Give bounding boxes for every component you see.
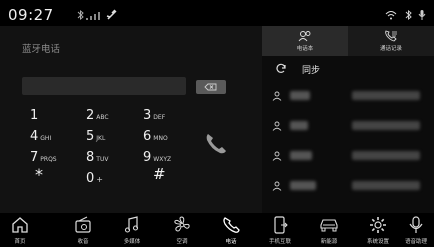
contacts-icon (298, 31, 311, 42)
usb-icon (106, 9, 117, 20)
delete-button[interactable] (196, 80, 226, 94)
status-clock: 09:27 (8, 6, 54, 24)
settings-icon (370, 217, 386, 233)
nav-phone[interactable]: 电话 (211, 213, 251, 247)
nav-radio[interactable]: 收音 (63, 213, 103, 247)
key-5[interactable]: 5 JKL (86, 125, 136, 147)
nav-climate[interactable]: 空调 (162, 213, 202, 247)
tab-call-log-label: 通话记录 (379, 46, 402, 52)
phone-link-icon (274, 216, 288, 234)
key-3[interactable]: 3 DEF (143, 104, 193, 126)
nav-new-energy-label: 新能源 (320, 239, 338, 245)
contact-number-redacted (352, 151, 420, 160)
microphone-icon (418, 10, 426, 20)
nav-home-label: 首页 (14, 239, 26, 245)
nav-voice-assistant[interactable]: 语音助理 (396, 213, 434, 247)
contact-name-redacted (290, 121, 308, 130)
key-star[interactable]: * (35, 165, 85, 187)
nav-media[interactable]: 多媒体 (112, 213, 152, 247)
nav-new-energy[interactable]: 新能源 (309, 213, 349, 247)
contact-row[interactable] (262, 172, 434, 200)
contact-row[interactable] (262, 142, 434, 170)
contact-number-redacted (352, 91, 420, 100)
key-6[interactable]: 6 MNO (143, 125, 193, 147)
contact-row[interactable] (262, 82, 434, 110)
bluetooth-icon (405, 10, 412, 20)
phone-icon (223, 217, 240, 233)
music-icon (124, 216, 139, 233)
phone-icon (206, 134, 226, 154)
key-8[interactable]: 8 TUV (86, 146, 136, 168)
status-bar (0, 0, 434, 26)
backspace-icon (204, 83, 217, 91)
home-icon (12, 217, 28, 233)
key-hash[interactable]: # (153, 164, 203, 186)
microphone-icon (409, 216, 423, 233)
tab-phonebook-label: 电话本 (296, 46, 314, 52)
nav-phone-link[interactable]: 手机互联 (260, 213, 300, 247)
radio-icon (75, 216, 91, 233)
page-title: 蓝牙电话 (22, 44, 61, 55)
contact-number-redacted (352, 181, 420, 190)
wifi-icon (385, 11, 397, 20)
nav-phone-label: 电话 (225, 239, 237, 245)
sync-label: 同步 (302, 66, 321, 76)
contact-number-redacted (352, 121, 420, 130)
contact-name-redacted (290, 151, 312, 160)
car-icon (320, 219, 338, 232)
sync-button[interactable]: 同步 (262, 58, 434, 80)
person-icon (272, 121, 282, 131)
nav-home[interactable]: 首页 (0, 213, 40, 247)
fan-icon (174, 216, 190, 232)
contact-name-redacted (290, 181, 316, 190)
person-icon (272, 151, 282, 161)
key-4[interactable]: 4 GHI (30, 125, 80, 147)
key-1[interactable]: 1 (30, 104, 80, 126)
person-icon (272, 181, 282, 191)
number-input[interactable] (22, 77, 186, 95)
contact-name-redacted (290, 91, 310, 100)
call-button[interactable] (200, 128, 232, 158)
nav-settings-label: 系统设置 (366, 239, 389, 245)
nav-climate-label: 空调 (176, 239, 188, 245)
tab-call-log[interactable]: 通话记录 (348, 26, 434, 56)
person-icon (272, 91, 282, 101)
nav-media-label: 多媒体 (123, 239, 141, 245)
key-0[interactable]: 0 + (86, 167, 136, 189)
contact-row[interactable] (262, 112, 434, 140)
bluetooth-icon (77, 10, 84, 20)
key-2[interactable]: 2 ABC (86, 104, 136, 126)
nav-settings[interactable]: 系统设置 (358, 213, 398, 247)
signal-icon (86, 12, 100, 20)
nav-voice-assistant-label: 语音助理 (404, 239, 427, 245)
nav-radio-label: 收音 (77, 239, 89, 245)
sync-icon (276, 63, 286, 73)
call-log-icon (385, 30, 397, 42)
nav-phone-link-label: 手机互联 (268, 239, 291, 245)
tab-phonebook[interactable]: 电话本 (262, 26, 348, 56)
contacts-tabs: 电话本 通话记录 (262, 26, 434, 56)
